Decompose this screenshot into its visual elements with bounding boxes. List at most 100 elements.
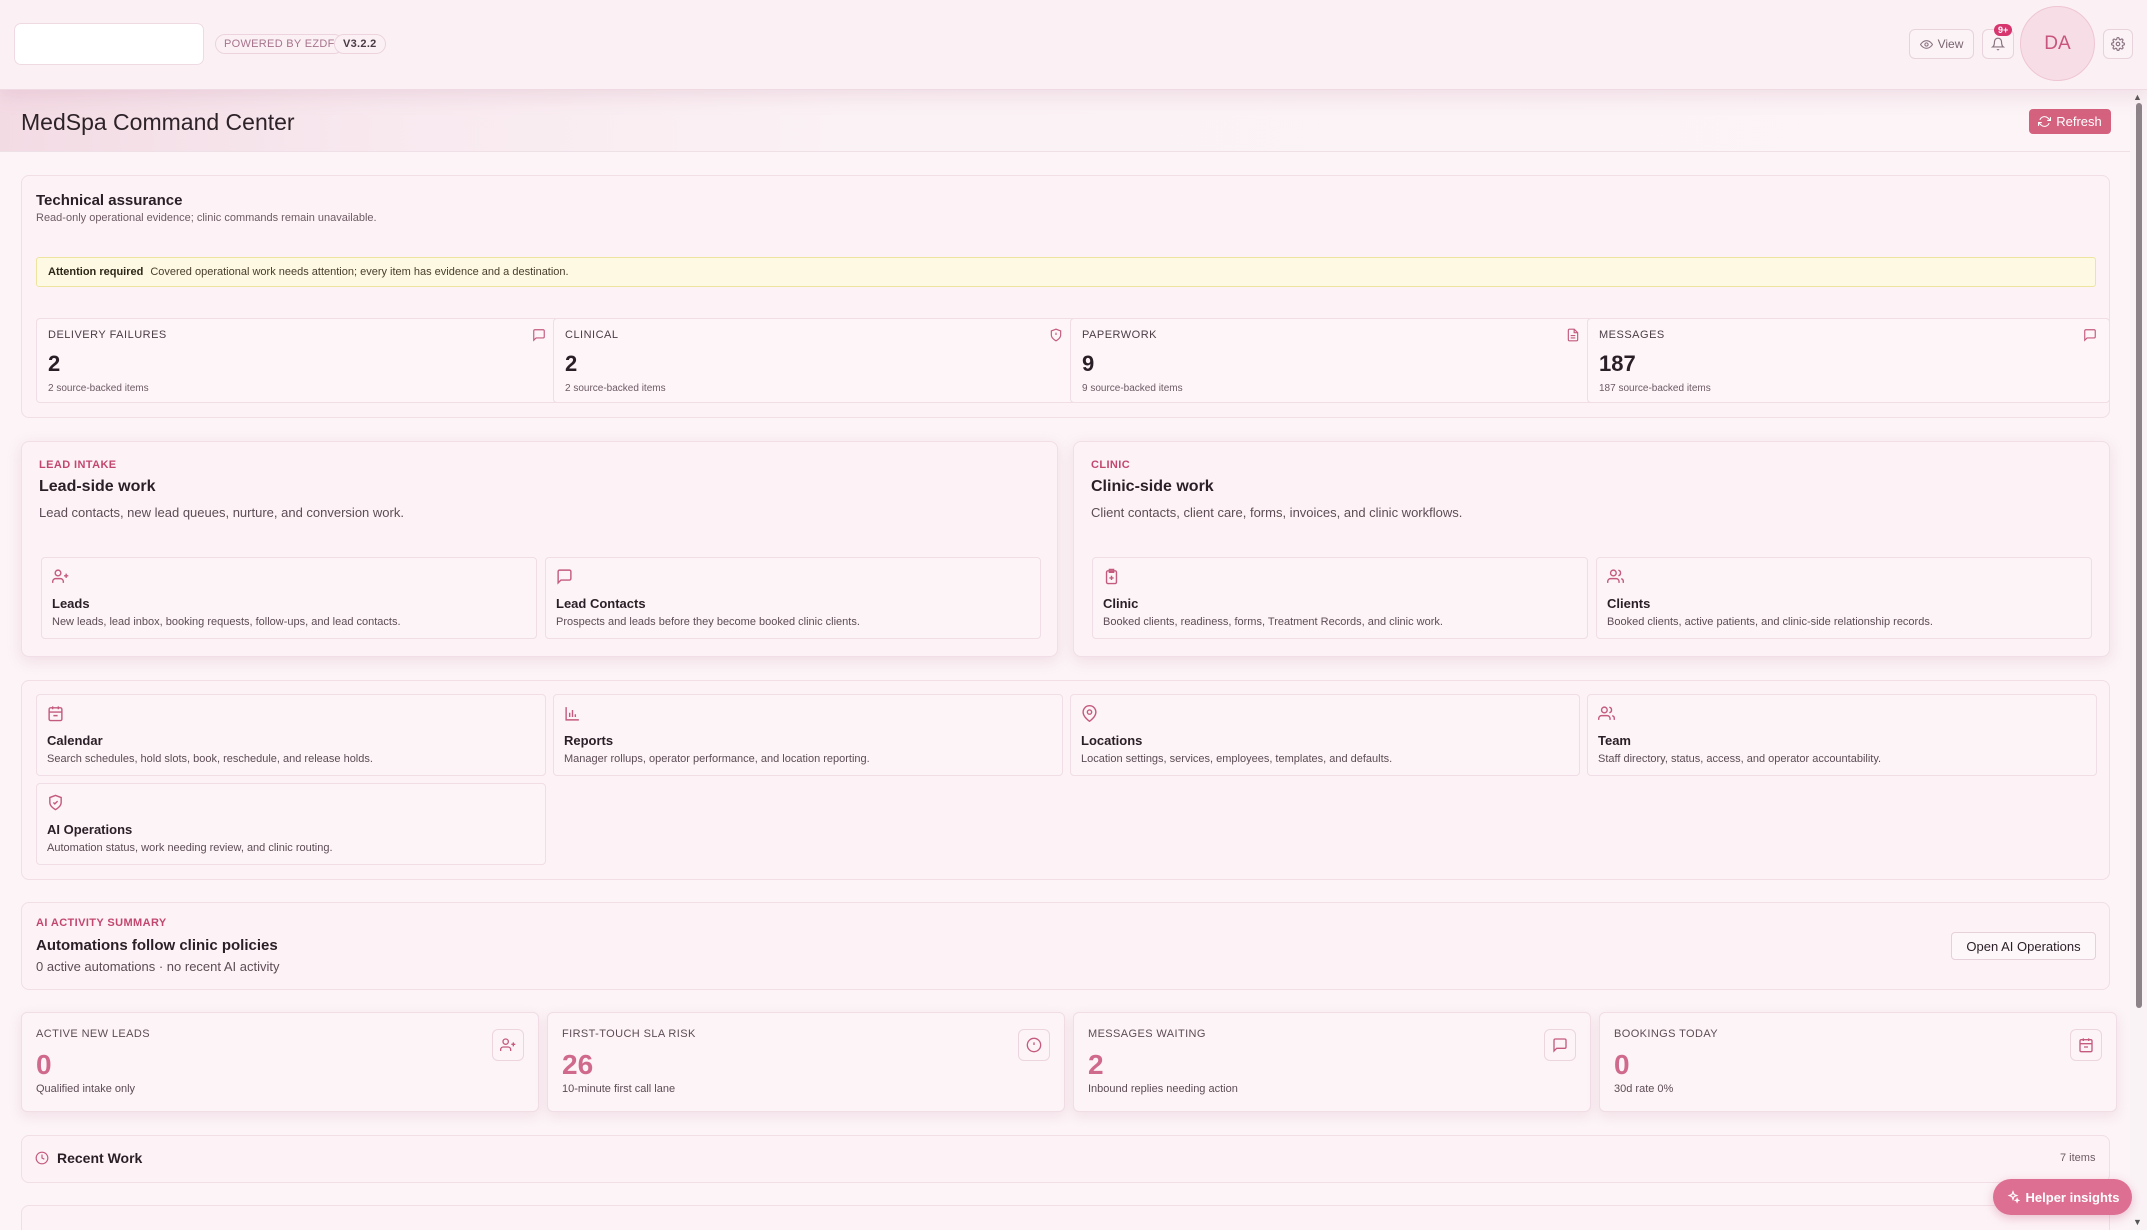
tile-title: Leads xyxy=(52,596,90,611)
powered-by-badge: POWERED BY EZDF xyxy=(215,34,344,54)
page-title: MedSpa Command Center xyxy=(21,109,295,135)
view-button[interactable]: View xyxy=(1909,29,1974,59)
brand-logo[interactable] xyxy=(14,23,204,65)
assurance-title: Technical assurance xyxy=(36,192,183,209)
kpi-first-touch-sla-risk[interactable]: FIRST-TOUCH SLA RISK 26 10-minute first … xyxy=(547,1012,1065,1112)
page-header-band xyxy=(0,90,2130,152)
version-badge: V3.2.2 xyxy=(334,34,386,54)
kpi-caption: 10-minute first call lane xyxy=(562,1083,676,1095)
tile-desc: Prospects and leads before they become b… xyxy=(556,616,860,628)
refresh-icon xyxy=(2038,115,2052,128)
tile-leads[interactable]: Leads New leads, lead inbox, booking req… xyxy=(41,557,537,639)
kpi-value: 0 xyxy=(1614,1049,1630,1080)
tile-desc: Search schedules, hold slots, book, resc… xyxy=(47,753,373,765)
stat-label: PAPERWORK xyxy=(1082,329,1157,341)
tile-calendar[interactable]: Calendar Search schedules, hold slots, b… xyxy=(36,694,546,776)
stat-delivery-failures[interactable]: DELIVERY FAILURES 2 2 source-backed item… xyxy=(36,318,559,403)
recent-work-card xyxy=(21,1135,2110,1183)
view-label: View xyxy=(1937,37,1964,51)
open-ai-operations-button[interactable]: Open AI Operations xyxy=(1951,932,2096,960)
refresh-button[interactable]: Refresh xyxy=(2029,109,2111,134)
kpi-label: FIRST-TOUCH SLA RISK xyxy=(562,1028,696,1040)
stat-label: DELIVERY FAILURES xyxy=(48,329,167,341)
tile-desc: Location settings, services, employees, … xyxy=(1081,753,1393,765)
message-icon xyxy=(556,568,573,585)
helper-label: Helper insights xyxy=(2025,1189,2120,1205)
kpi-value: 0 xyxy=(36,1049,52,1080)
ai-activity-desc: 0 active automations · no recent AI acti… xyxy=(36,959,280,974)
recent-work-count: 7 items xyxy=(2060,1152,2096,1164)
kpi-bookings-today[interactable]: BOOKINGS TODAY 0 30d rate 0% xyxy=(1599,1012,2117,1112)
kpi-label: BOOKINGS TODAY xyxy=(1614,1028,1719,1040)
tile-desc: Staff directory, status, access, and ope… xyxy=(1598,753,1882,765)
message-icon xyxy=(1544,1029,1576,1061)
top-bar: POWERED BY EZDF V3.2.2 View 9+ DA xyxy=(0,0,2147,90)
next-section-card xyxy=(21,1205,2110,1230)
eye-icon xyxy=(1919,38,1933,51)
calendar-icon xyxy=(47,705,64,722)
tile-desc: Manager rollups, operator performance, a… xyxy=(564,753,870,765)
stat-value: 2 xyxy=(565,351,578,376)
helper-insights-button[interactable]: Helper insights xyxy=(1993,1179,2132,1215)
shield-check-icon xyxy=(47,794,64,811)
kpi-label: MESSAGES WAITING xyxy=(1088,1028,1206,1040)
bell-icon xyxy=(1991,37,2005,51)
tile-desc: Booked clients, readiness, forms, Treatm… xyxy=(1103,616,1443,628)
user-plus-icon xyxy=(492,1029,524,1061)
tile-title: Locations xyxy=(1081,733,1143,748)
tile-clinic[interactable]: Clinic Booked clients, readiness, forms,… xyxy=(1092,557,1588,639)
attention-text: Covered operational work needs attention… xyxy=(150,266,569,278)
calendar-icon xyxy=(2070,1029,2102,1061)
stat-messages[interactable]: MESSAGES 187 187 source-backed items xyxy=(1587,318,2110,403)
tile-ai-operations[interactable]: AI Operations Automation status, work ne… xyxy=(36,783,546,865)
message-icon xyxy=(532,328,546,342)
stat-value: 2 xyxy=(48,351,61,376)
tile-desc: Booked clients, active patients, and cli… xyxy=(1607,616,1933,628)
kpi-caption: Inbound replies needing action xyxy=(1088,1083,1238,1095)
tile-title: Calendar xyxy=(47,733,103,748)
user-avatar[interactable]: DA xyxy=(2020,6,2095,81)
lead-intake-title: Lead-side work xyxy=(39,478,156,495)
settings-button[interactable] xyxy=(2103,29,2133,59)
bar-chart-icon xyxy=(564,705,581,722)
recent-work-title: Recent Work xyxy=(57,1150,143,1166)
user-plus-icon xyxy=(52,568,69,585)
alert-icon xyxy=(1018,1029,1050,1061)
gear-icon xyxy=(2111,37,2125,51)
kpi-caption: Qualified intake only xyxy=(36,1083,136,1095)
attention-banner: Attention required Covered operational w… xyxy=(36,257,2096,287)
scrollbar-thumb[interactable] xyxy=(2136,103,2142,1008)
tile-clients[interactable]: Clients Booked clients, active patients,… xyxy=(1596,557,2092,639)
tile-locations[interactable]: Locations Location settings, services, e… xyxy=(1070,694,1580,776)
tile-team[interactable]: Team Staff directory, status, access, an… xyxy=(1587,694,2097,776)
assurance-subtitle: Read-only operational evidence; clinic c… xyxy=(36,212,377,224)
tile-title: AI Operations xyxy=(47,822,133,837)
users-icon xyxy=(1598,705,1615,722)
tile-title: Reports xyxy=(564,733,614,748)
stat-paperwork[interactable]: PAPERWORK 9 9 source-backed items xyxy=(1070,318,1593,403)
tile-reports[interactable]: Reports Manager rollups, operator perfor… xyxy=(553,694,1063,776)
stat-caption: 9 source-backed items xyxy=(1082,383,1183,394)
clinic-desc: Client contacts, client care, forms, inv… xyxy=(1091,505,1463,520)
kpi-active-new-leads[interactable]: ACTIVE NEW LEADS 0 Qualified intake only xyxy=(21,1012,539,1112)
clinic-title: Clinic-side work xyxy=(1091,478,1214,495)
ai-activity-card xyxy=(21,902,2110,990)
message-icon xyxy=(2083,328,2097,342)
stat-clinical[interactable]: CLINICAL 2 2 source-backed items xyxy=(553,318,1076,403)
scroll-up-arrow[interactable]: ▲ xyxy=(2133,92,2142,102)
tile-lead-contacts[interactable]: Lead Contacts Prospects and leads before… xyxy=(545,557,1041,639)
stat-caption: 187 source-backed items xyxy=(1599,383,1711,394)
map-pin-icon xyxy=(1081,705,1098,722)
tile-title: Clients xyxy=(1607,596,1651,611)
ai-activity-title: Automations follow clinic policies xyxy=(36,937,278,954)
users-icon xyxy=(1607,568,1624,585)
tile-title: Team xyxy=(1598,733,1631,748)
kpi-messages-waiting[interactable]: MESSAGES WAITING 2 Inbound replies needi… xyxy=(1073,1012,1591,1112)
stat-caption: 2 source-backed items xyxy=(565,383,666,394)
sparkle-icon xyxy=(2006,1190,2020,1204)
document-icon xyxy=(1566,328,1580,342)
lead-intake-kicker: LEAD INTAKE xyxy=(39,459,117,471)
scroll-down-arrow[interactable]: ▼ xyxy=(2133,1217,2142,1227)
tile-title: Clinic xyxy=(1103,596,1139,611)
stat-value: 9 xyxy=(1082,351,1095,376)
